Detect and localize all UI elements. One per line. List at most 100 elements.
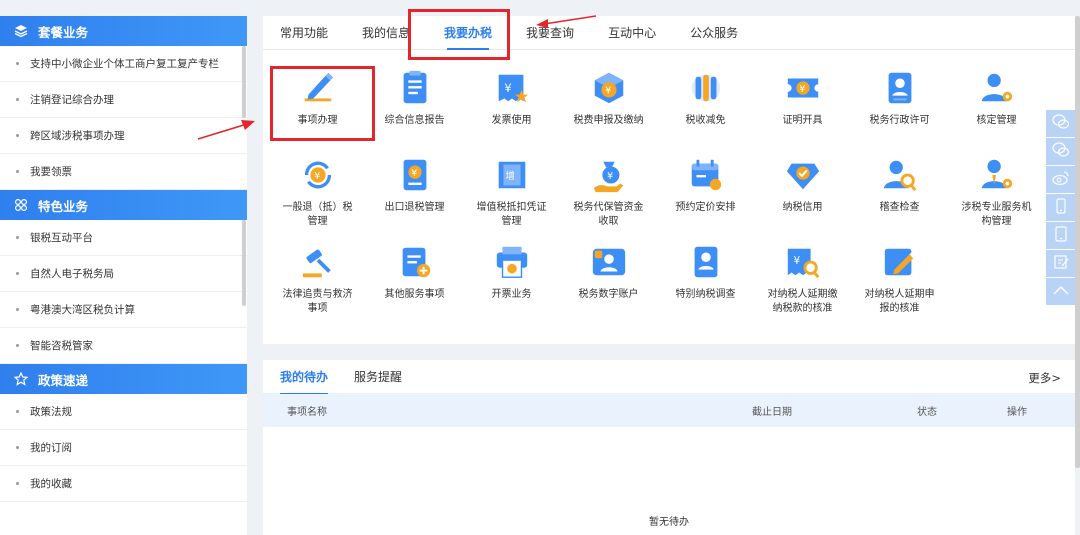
sidebar-item[interactable]: 粤港澳大湾区税负计算 [0, 292, 247, 328]
svg-text:¥: ¥ [607, 171, 613, 182]
sidebar-item[interactable]: 注销登记综合办理 [0, 82, 247, 118]
sidebar-item-label: 跨区域涉税事项办理 [30, 130, 125, 142]
service-tile[interactable]: 涉税专业服务机 构管理 [948, 155, 1045, 242]
clipboard-plus-icon [395, 242, 435, 282]
service-tile-label: 出口退税管理 [384, 202, 445, 213]
service-tile[interactable]: 特别纳税调查 [657, 242, 754, 329]
wechat-icon [1051, 114, 1070, 133]
col-status: 状态 [917, 407, 937, 418]
service-tile[interactable]: ¥ 发票使用 [463, 68, 560, 155]
sidebar: 套餐业务 支持中小微企业个体工商户复工复产专栏 注销登记综合办理 跨区域涉税事项办理我… [0, 16, 247, 535]
bullet-icon [16, 446, 19, 449]
svg-text:¥: ¥ [605, 86, 611, 97]
page-scrollbar[interactable] [1075, 16, 1080, 468]
sidebar-item-label: 智能咨税管家 [30, 340, 93, 352]
sidebar-item-label: 自然人电子税务局 [30, 268, 114, 280]
sidebar-item-label: 粤港澳大湾区税负计算 [30, 304, 135, 316]
service-tile-label: 涉税专业服务机 构管理 [961, 202, 1032, 227]
service-tile-label: 稽查检查 [879, 202, 920, 213]
service-tile-label: 对纳税人延期申 报的核准 [864, 289, 935, 314]
service-tile-label: 其他服务事项 [384, 289, 445, 300]
bullet-icon [16, 308, 19, 311]
service-tile[interactable]: 法律追责与救济 事项 [269, 242, 366, 329]
service-tile-label: 税务数字账户 [578, 289, 639, 300]
weibo-button[interactable] [1046, 166, 1075, 193]
mobile-icon [1054, 198, 1068, 217]
service-tile[interactable]: ¥ 税务代保管资金 收取 [560, 155, 657, 242]
service-tile[interactable]: 开票业务 [463, 242, 560, 329]
service-tile[interactable]: 核定管理 [948, 68, 1045, 155]
wechat-button[interactable] [1046, 110, 1075, 137]
service-tile[interactable]: 其他服务事项 [366, 242, 463, 329]
service-tile-label: 开票业务 [491, 289, 532, 300]
back-to-top-button[interactable] [1046, 278, 1075, 305]
service-tile[interactable]: 预约定价安排 [657, 155, 754, 242]
service-tile[interactable]: ¥ 出口退税管理 [366, 155, 463, 242]
bullet-icon [16, 62, 19, 65]
tab-service-reminder[interactable]: 服务提醒 [341, 360, 415, 394]
sidebar-section-title: 套餐业务 [38, 24, 89, 40]
bullet-icon [16, 134, 19, 137]
sidebar-item[interactable]: 我要领票 [0, 154, 247, 190]
sidebar-section-header[interactable]: 政策速递 [0, 364, 247, 394]
edit-button[interactable] [1046, 250, 1075, 277]
svg-text:¥: ¥ [799, 84, 805, 95]
refund-icon: ¥ [298, 155, 338, 195]
sidebar-item-label: 我的收藏 [30, 478, 72, 490]
sidebar-scrollbar[interactable] [242, 220, 246, 306]
bullet-icon [16, 482, 19, 485]
service-tile[interactable]: 税务数字账户 [560, 242, 657, 329]
svg-text:¥: ¥ [504, 81, 511, 95]
more-link[interactable]: 更多> [1028, 370, 1061, 386]
tab-my-todo[interactable]: 我的待办 [267, 360, 341, 395]
tab-0[interactable]: 常用功能 [269, 15, 339, 49]
tab-4[interactable]: 互动中心 [597, 15, 667, 49]
wechat-icon [1051, 142, 1070, 161]
bullet-icon [16, 98, 19, 101]
sidebar-item[interactable]: 政策法规 [0, 394, 247, 430]
service-tile-label: 税务行政许可 [869, 115, 930, 126]
annotation-arrow-tab [536, 15, 597, 28]
service-tile-label: 发票使用 [491, 115, 532, 126]
service-tile-label: 综合信息报告 [384, 115, 445, 126]
sidebar-item[interactable]: 我的收藏 [0, 466, 247, 502]
edit-icon [1053, 254, 1069, 273]
sidebar-item[interactable]: 银税互动平台 [0, 220, 247, 256]
service-tile[interactable]: ¥ 税费申报及缴纳 [560, 68, 657, 155]
sidebar-item[interactable]: 自然人电子税务局 [0, 256, 247, 292]
sidebar-item[interactable]: 智能咨税管家 [0, 328, 247, 364]
sidebar-item[interactable]: 我的订阅 [0, 430, 247, 466]
coins-icon [686, 68, 726, 108]
service-tile[interactable]: 对纳税人延期申 报的核准 [851, 242, 948, 329]
mobile-button[interactable] [1046, 194, 1075, 221]
sidebar-section-header[interactable]: 套餐业务 [0, 16, 247, 46]
service-tile[interactable]: 税务行政许可 [851, 68, 948, 155]
service-tile-label: 增值税抵扣凭证 管理 [476, 202, 547, 227]
svg-text:¥: ¥ [314, 171, 320, 182]
service-tile-label: 证明开具 [782, 115, 823, 126]
service-tile[interactable]: 税收减免 [657, 68, 754, 155]
service-tile-label: 核定管理 [976, 115, 1017, 126]
wechat-button[interactable] [1046, 138, 1075, 165]
service-tile[interactable]: 稽查检查 [851, 155, 948, 242]
tablet-button[interactable] [1046, 222, 1075, 249]
service-tile[interactable]: 增增值税抵扣凭证 管理 [463, 155, 560, 242]
service-tile[interactable]: ¥ 证明开具 [754, 68, 851, 155]
sidebar-item[interactable]: 支持中小微企业个体工商户复工复产专栏 [0, 46, 247, 82]
floating-toolbar [1046, 110, 1075, 306]
svg-text:¥: ¥ [793, 255, 800, 267]
service-tile[interactable]: ¥ 一般退（抵）税 管理 [269, 155, 366, 242]
sidebar-section-header[interactable]: 特色业务 [0, 190, 247, 220]
service-tile[interactable]: 纳税信用 [754, 155, 851, 242]
sidebar-item-label: 银税互动平台 [30, 232, 93, 244]
sidebar-scrollbar[interactable] [242, 46, 246, 118]
sidebar-item-label: 注销登记综合办理 [30, 94, 114, 106]
user-search-icon [880, 155, 920, 195]
service-tile[interactable]: ¥ 对纳税人延期缴 纳税款的核准 [754, 242, 851, 329]
user-gear-icon [977, 68, 1017, 108]
bullet-icon [16, 410, 19, 413]
invoice-icon: ¥ [492, 68, 532, 108]
bullet-icon [16, 170, 19, 173]
tab-5[interactable]: 公众服务 [679, 15, 749, 49]
service-tile[interactable]: 综合信息报告 [366, 68, 463, 155]
